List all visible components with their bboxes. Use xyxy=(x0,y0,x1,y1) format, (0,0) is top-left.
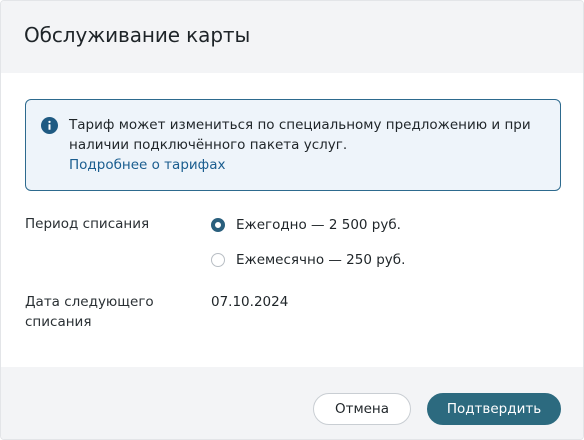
info-text: Тариф может измениться по специальному п… xyxy=(69,117,531,153)
dialog-header: Обслуживание карты xyxy=(1,1,583,73)
period-option-label: Ежемесячно — 250 руб. xyxy=(236,252,406,268)
radio-checked-icon[interactable] xyxy=(211,218,225,232)
period-option-monthly[interactable]: Ежемесячно — 250 руб. xyxy=(211,250,405,270)
dialog-title: Обслуживание карты xyxy=(24,23,251,47)
card-service-dialog: Обслуживание карты Тариф может изменитьс… xyxy=(0,0,584,440)
next-charge-label: Дата следующего списания xyxy=(25,294,154,330)
confirm-button[interactable]: Подтвердить xyxy=(427,393,561,425)
info-icon xyxy=(41,117,58,134)
period-label: Период списания xyxy=(25,216,150,232)
next-charge-date: 07.10.2024 xyxy=(211,294,289,310)
cancel-button[interactable]: Отмена xyxy=(313,393,411,425)
info-banner: Тариф может измениться по специальному п… xyxy=(25,99,561,191)
period-option-label: Ежегодно — 2 500 руб. xyxy=(236,217,401,233)
tariffs-details-link[interactable]: Подробнее о тарифах xyxy=(69,155,225,175)
period-option-yearly[interactable]: Ежегодно — 2 500 руб. xyxy=(211,215,401,235)
radio-unchecked-icon[interactable] xyxy=(211,253,225,267)
